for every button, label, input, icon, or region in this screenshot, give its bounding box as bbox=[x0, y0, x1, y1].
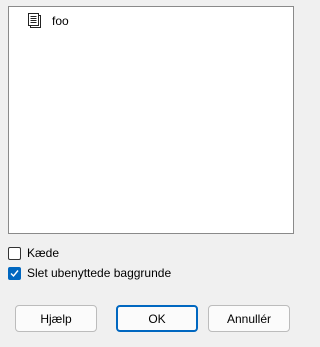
chain-option[interactable]: Kæde bbox=[8, 245, 59, 261]
list-item-label: foo bbox=[52, 14, 69, 28]
layer-list[interactable]: foo bbox=[8, 6, 294, 234]
chain-checkbox[interactable] bbox=[8, 246, 21, 260]
help-button[interactable]: Hjælp bbox=[15, 305, 97, 332]
delete-unused-backgrounds-checkbox[interactable] bbox=[8, 266, 21, 280]
checkmark-icon bbox=[10, 269, 19, 277]
list-item[interactable]: foo bbox=[26, 11, 69, 31]
ok-button[interactable]: OK bbox=[116, 305, 198, 332]
delete-unused-backgrounds-label: Slet ubenyttede baggrunde bbox=[27, 266, 172, 280]
delete-unused-backgrounds-option[interactable]: Slet ubenyttede baggrunde bbox=[8, 265, 171, 281]
chain-label: Kæde bbox=[27, 246, 60, 260]
document-icon bbox=[26, 12, 44, 30]
cancel-button[interactable]: Annullér bbox=[208, 305, 290, 332]
